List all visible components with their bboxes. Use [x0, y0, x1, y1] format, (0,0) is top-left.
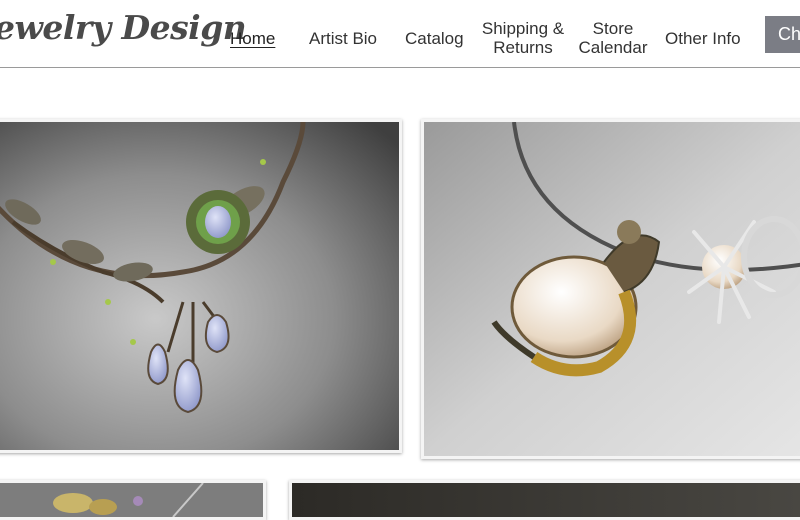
necklace-photo [0, 122, 399, 450]
nav-other-info[interactable]: Other Info [665, 29, 741, 48]
nav-artist-bio[interactable]: Artist Bio [309, 29, 377, 48]
jewelry-photo [0, 483, 263, 517]
gallery-tile-3[interactable] [0, 480, 266, 520]
gallery-tile-necklace[interactable] [0, 119, 402, 453]
jewelry-photo [292, 483, 800, 517]
nav-catalog[interactable]: Catalog [405, 29, 464, 48]
nav-store-calendar[interactable]: Store Calendar [575, 19, 651, 57]
gallery-tile-4[interactable] [289, 480, 800, 520]
mermaid-pendant-photo [424, 122, 800, 456]
header-cta-button[interactable]: Ch [765, 16, 800, 53]
site-logo[interactable]: ewelry Design [0, 8, 247, 47]
gallery-tile-mermaid[interactable] [421, 119, 800, 459]
site-header: ewelry Design Home Artist Bio Catalog Sh… [0, 0, 800, 68]
nav-shipping-returns[interactable]: Shipping & Returns [480, 19, 566, 57]
nav-home[interactable]: Home [230, 29, 275, 48]
